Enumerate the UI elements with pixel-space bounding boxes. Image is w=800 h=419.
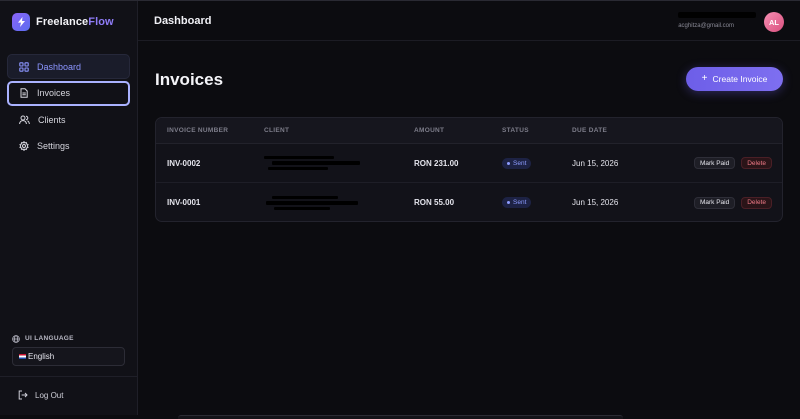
status-dot-icon bbox=[507, 201, 510, 204]
bottom-window-edge bbox=[178, 415, 623, 419]
sidebar-item-label: Dashboard bbox=[37, 61, 82, 72]
client-name-redacted bbox=[264, 152, 364, 174]
language-label: UI LANGUAGE bbox=[12, 334, 125, 343]
logout-label: Log Out bbox=[35, 390, 64, 400]
top-header: Dashboard acghitza@gmail.com AL bbox=[138, 1, 800, 41]
header-title: Dashboard bbox=[154, 15, 212, 27]
dashboard-grid-icon bbox=[19, 61, 29, 72]
status-text: Sent bbox=[513, 159, 527, 167]
status-badge: Sent bbox=[502, 197, 532, 208]
sidebar-item-label: Settings bbox=[37, 141, 70, 151]
gear-icon bbox=[19, 141, 29, 151]
page-title: Invoices bbox=[155, 70, 224, 89]
logout-button[interactable]: Log Out bbox=[18, 390, 63, 400]
logout-icon bbox=[18, 390, 28, 400]
invoice-amount: RON 231.00 bbox=[414, 158, 459, 168]
language-selected-value: English bbox=[28, 352, 55, 361]
header-due-date: DUE DATE bbox=[572, 127, 608, 134]
uk-flag-icon bbox=[19, 354, 26, 359]
sidebar-nav: Dashboard Invoices Clients Settings bbox=[7, 54, 130, 160]
header-status: STATUS bbox=[502, 127, 529, 134]
sidebar: FreelanceFlow Dashboard Invoices Clients… bbox=[0, 1, 138, 415]
table-row[interactable]: INV-0001 RON 55.00 Sent Jun 15, 2026 Mar… bbox=[156, 183, 782, 221]
invoice-due-date: Jun 15, 2026 bbox=[572, 158, 619, 168]
sidebar-item-invoices[interactable]: Invoices bbox=[7, 80, 130, 106]
invoice-number[interactable]: INV-0002 bbox=[167, 159, 200, 168]
invoice-number[interactable]: INV-0001 bbox=[167, 198, 200, 207]
globe-icon bbox=[12, 334, 20, 343]
avatar[interactable]: AL bbox=[764, 12, 784, 32]
invoice-due-date: Jun 15, 2026 bbox=[572, 198, 619, 207]
mark-paid-button[interactable]: Mark Paid bbox=[693, 157, 736, 169]
document-icon bbox=[20, 88, 28, 98]
brand-name: FreelanceFlow bbox=[36, 16, 114, 28]
user-name-redacted bbox=[676, 10, 756, 20]
invoice-amount: RON 55.00 bbox=[414, 198, 455, 207]
header-client: CLIENT bbox=[264, 127, 290, 134]
lightning-icon bbox=[12, 13, 30, 31]
language-select[interactable]: English bbox=[12, 347, 125, 366]
user-email: acghitza@gmail.com bbox=[678, 23, 734, 29]
status-dot-icon bbox=[507, 161, 510, 165]
create-invoice-button[interactable]: + Create Invoice bbox=[686, 67, 783, 91]
sidebar-item-label: Clients bbox=[38, 114, 66, 125]
delete-button[interactable]: Delete bbox=[741, 196, 772, 209]
status-badge: Sent bbox=[502, 157, 532, 169]
sidebar-item-settings[interactable]: Settings bbox=[7, 134, 130, 159]
mark-paid-button[interactable]: Mark Paid bbox=[693, 196, 736, 209]
sidebar-divider bbox=[0, 376, 138, 377]
status-text: Sent bbox=[513, 199, 527, 206]
row-actions: Mark Paid Delete bbox=[693, 157, 772, 169]
users-icon bbox=[19, 115, 30, 124]
create-invoice-label: Create Invoice bbox=[712, 74, 768, 84]
language-selector: UI LANGUAGE English bbox=[12, 334, 125, 366]
delete-button[interactable]: Delete bbox=[741, 157, 772, 169]
brand-name-part1: Freelance bbox=[36, 16, 89, 28]
header-invoice-number: INVOICE NUMBER bbox=[167, 127, 229, 134]
plus-icon: + bbox=[701, 73, 708, 84]
brand-name-part2: Flow bbox=[88, 16, 114, 28]
invoices-table: INVOICE NUMBER CLIENT AMOUNT STATUS DUE … bbox=[155, 117, 783, 222]
table-header: INVOICE NUMBER CLIENT AMOUNT STATUS DUE … bbox=[156, 118, 782, 144]
header-amount: AMOUNT bbox=[414, 127, 445, 134]
language-label-text: UI LANGUAGE bbox=[25, 335, 74, 342]
sidebar-item-clients[interactable]: Clients bbox=[7, 107, 130, 132]
sidebar-item-dashboard[interactable]: Dashboard bbox=[7, 54, 130, 79]
table-row[interactable]: INV-0002 RON 231.00 Sent Jun 15, 2026 Ma… bbox=[156, 144, 782, 183]
app-window: FreelanceFlow Dashboard Invoices Clients… bbox=[0, 0, 800, 419]
brand[interactable]: FreelanceFlow bbox=[12, 12, 114, 32]
row-actions: Mark Paid Delete bbox=[693, 196, 772, 209]
client-name-redacted bbox=[264, 192, 364, 214]
sidebar-item-label: Invoices bbox=[37, 88, 71, 98]
